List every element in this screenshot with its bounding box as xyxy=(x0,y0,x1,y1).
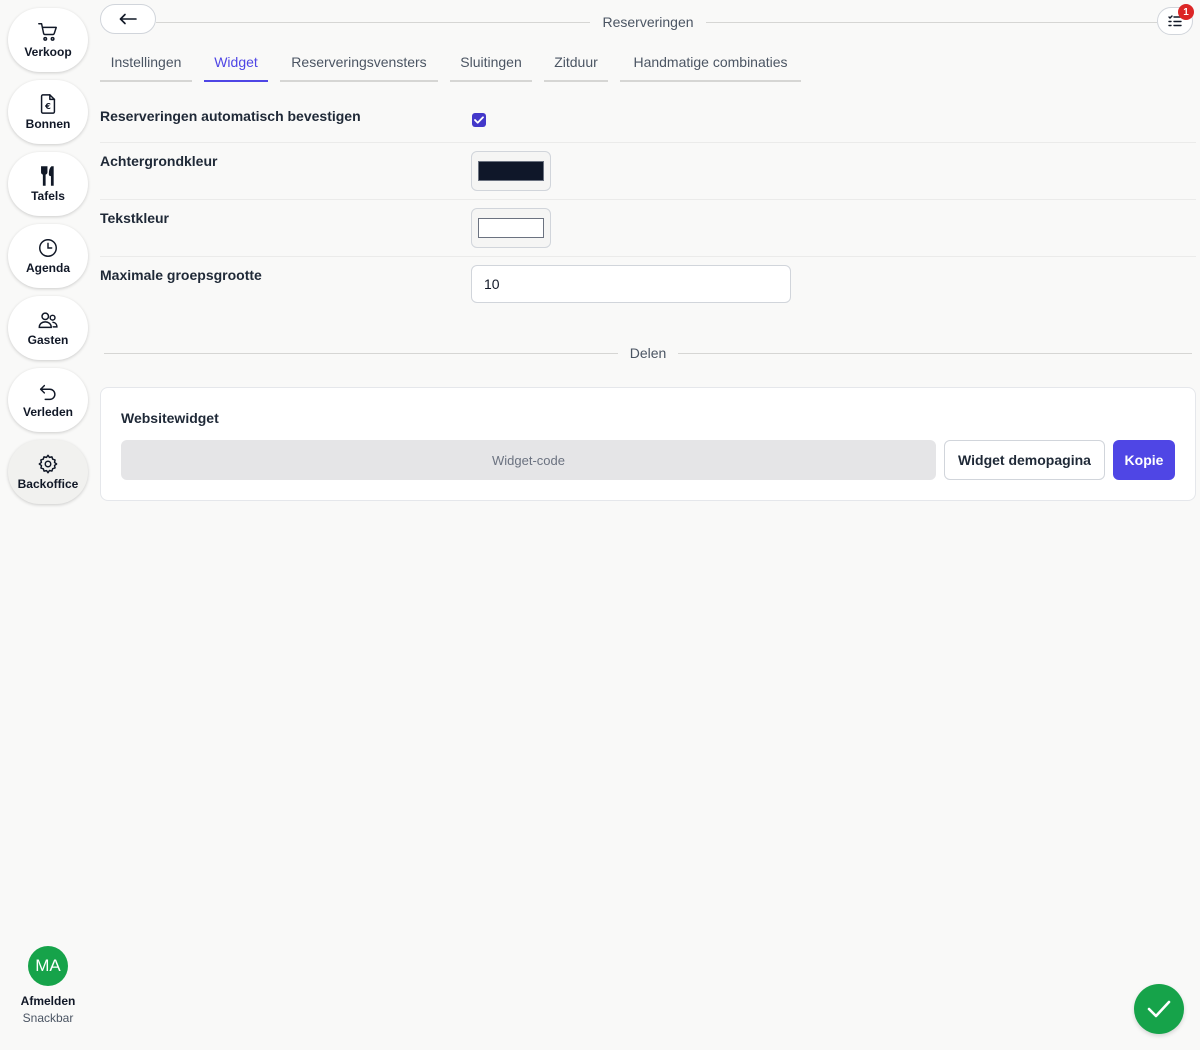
nav-bonnen-label: Bonnen xyxy=(25,117,71,131)
nav-verkoop-label: Verkoop xyxy=(24,45,72,59)
header-divider-right xyxy=(706,22,1157,23)
tasks-button[interactable]: 1 xyxy=(1157,4,1194,35)
nav-bonnen-button[interactable]: € Bonnen xyxy=(8,80,88,144)
text-color-swatch xyxy=(478,218,544,238)
logout-link[interactable]: Afmelden xyxy=(21,994,76,1008)
widget-code-button[interactable]: Widget-code xyxy=(121,440,936,480)
nav-backoffice-label: Backoffice xyxy=(17,477,79,491)
auto-confirm-label: Reserveringen automatisch bevestigen xyxy=(100,108,361,124)
nav-verleden-button[interactable]: Verleden xyxy=(8,368,88,432)
cutlery-icon xyxy=(41,166,54,186)
tab-instellingen[interactable]: Instellingen xyxy=(100,52,192,82)
widget-demo-page-button[interactable]: Widget demopagina xyxy=(944,440,1105,480)
copy-button[interactable]: Kopie xyxy=(1113,440,1175,480)
check-icon xyxy=(474,116,484,124)
max-group-size-label: Maximale groepsgrootte xyxy=(100,267,262,283)
avatar[interactable]: MA xyxy=(28,946,68,986)
text-color-picker[interactable] xyxy=(471,208,551,248)
share-divider-left xyxy=(104,353,618,354)
nav-agenda-button[interactable]: Agenda xyxy=(8,224,88,288)
website-widget-title: Websitewidget xyxy=(121,410,219,426)
nav-agenda-label: Agenda xyxy=(25,261,70,275)
user-block: MA Afmelden Snackbar xyxy=(0,946,96,1025)
page-title: Reserveringen xyxy=(602,14,694,30)
tab-sluitingen[interactable]: Sluitingen xyxy=(450,52,532,82)
max-group-size-input[interactable] xyxy=(471,265,791,303)
tab-handmatige-combinaties[interactable]: Handmatige combinaties xyxy=(620,52,801,82)
undo-icon xyxy=(39,384,56,401)
arrow-left-icon xyxy=(119,13,137,25)
nav-backoffice-button[interactable]: Backoffice xyxy=(8,440,88,504)
clock-icon xyxy=(39,239,57,257)
tab-widget[interactable]: Widget xyxy=(204,52,268,82)
row-divider xyxy=(100,256,1196,257)
nav-gasten-label: Gasten xyxy=(27,333,69,347)
users-icon xyxy=(38,312,58,329)
share-divider-right xyxy=(678,353,1192,354)
share-section-title: Delen xyxy=(629,345,667,361)
check-icon xyxy=(1147,1000,1171,1018)
svg-text:€: € xyxy=(44,101,51,111)
nav-tafels-button[interactable]: Tafels xyxy=(8,152,88,216)
text-color-label: Tekstkleur xyxy=(100,210,169,226)
header-divider-left xyxy=(156,22,590,23)
background-color-label: Achtergrondkleur xyxy=(100,153,218,169)
row-divider xyxy=(100,199,1196,200)
nav-verkoop-button[interactable]: Verkoop xyxy=(8,8,88,72)
receipt-icon: € xyxy=(40,94,56,114)
nav-gasten-button[interactable]: Gasten xyxy=(8,296,88,360)
cart-icon xyxy=(38,23,57,41)
row-divider xyxy=(100,142,1196,143)
notification-badge: 1 xyxy=(1178,4,1194,20)
nav-tafels-label: Tafels xyxy=(31,189,65,203)
background-color-picker[interactable] xyxy=(471,151,551,191)
tab-reserveringsvensters[interactable]: Reserveringsvensters xyxy=(280,52,438,82)
nav-verleden-label: Verleden xyxy=(22,405,74,419)
website-widget-card: Websitewidget Widget-code Widget demopag… xyxy=(100,387,1196,501)
background-color-swatch xyxy=(478,161,544,181)
tab-zitduur[interactable]: Zitduur xyxy=(544,52,608,82)
gear-icon xyxy=(38,454,58,474)
auto-confirm-checkbox[interactable] xyxy=(472,113,486,127)
confirm-button[interactable] xyxy=(1134,984,1184,1034)
location-label: Snackbar xyxy=(22,1011,74,1025)
sidebar: Verkoop € Bonnen Tafels Agenda Gasten Ve… xyxy=(0,0,96,1050)
back-button[interactable] xyxy=(100,4,156,34)
